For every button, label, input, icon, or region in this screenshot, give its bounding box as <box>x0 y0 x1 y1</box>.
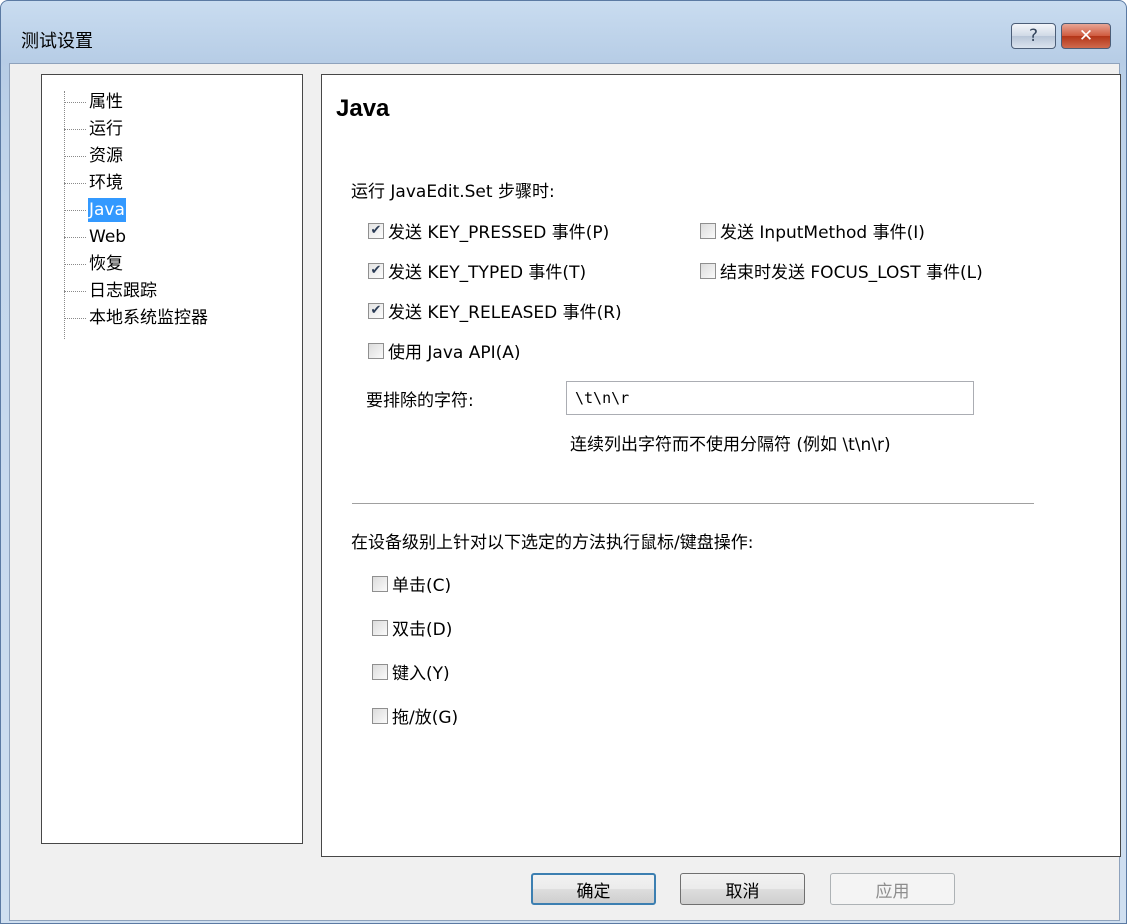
tree-item-label: 资源 <box>89 146 123 166</box>
checkbox-unchecked-icon <box>372 575 388 592</box>
title-bar[interactable]: 测试设置 ? ✕ <box>1 1 1126 63</box>
cancel-button[interactable]: 取消 <box>680 873 805 905</box>
tree-branch-line <box>64 236 86 238</box>
use-java-api-checkbox[interactable]: 使用 Java API(A) <box>368 338 521 363</box>
click-checkbox[interactable]: 单击(C) <box>372 571 451 596</box>
checkbox-label: 结束时发送 FOCUS_LOST 事件(L) <box>720 263 983 283</box>
checkbox-label: 单击(C) <box>392 576 452 596</box>
tree-branch-line <box>64 209 86 211</box>
exclude-chars-hint: 连续列出字符而不使用分隔符 (例如 \t\n\r) <box>570 435 891 455</box>
checkbox-unchecked-icon <box>372 663 388 680</box>
java-settings-panel: Java 运行 JavaEdit.Set 步骤时: ✔ 发送 KEY_PRESS… <box>321 74 1121 857</box>
tree-item-label: Web <box>89 227 127 247</box>
tree-branch-line <box>64 317 86 319</box>
send-inputmethod-checkbox[interactable]: 发送 InputMethod 事件(I) <box>700 218 925 243</box>
tree-branch-line <box>64 155 86 157</box>
tree-item-recovery[interactable]: 恢复 <box>42 251 124 277</box>
tree-item-label: 属性 <box>89 92 123 112</box>
tree-item-resources[interactable]: 资源 <box>42 143 124 169</box>
device-level-heading: 在设备级别上针对以下选定的方法执行鼠标/键盘操作: <box>351 533 754 553</box>
help-icon[interactable]: ? <box>1011 23 1056 49</box>
tree-item-properties[interactable]: 属性 <box>42 89 124 115</box>
checkbox-label: 发送 KEY_RELEASED 事件(R) <box>388 303 622 323</box>
tree-branch-line <box>64 101 86 103</box>
checkbox-label: 使用 Java API(A) <box>388 343 521 363</box>
tree-item-label: 环境 <box>89 173 123 193</box>
tree-item-label: 本地系统监控器 <box>89 308 208 328</box>
exclude-chars-label: 要排除的字符: <box>366 391 474 411</box>
checkbox-unchecked-icon <box>372 619 388 636</box>
tree-branch-line <box>64 290 86 292</box>
checkbox-checked-icon: ✔ <box>368 262 384 279</box>
type-checkbox[interactable]: 键入(Y) <box>372 659 450 684</box>
checkbox-label: 双击(D) <box>392 620 453 640</box>
tree-branch-line <box>64 182 86 184</box>
settings-tree[interactable]: 属性 运行 资源 环境 Java Web 恢复 日志跟踪 本地系统监控器 <box>41 74 303 844</box>
tree-item-label: 运行 <box>89 119 123 139</box>
checkbox-checked-icon: ✔ <box>368 222 384 239</box>
drag-drop-checkbox[interactable]: 拖/放(G) <box>372 703 458 728</box>
tree-item-web[interactable]: Web <box>42 224 127 250</box>
tree-item-label: 恢复 <box>89 254 123 274</box>
panel-title: Java <box>336 95 390 122</box>
checkbox-label: 键入(Y) <box>392 664 450 684</box>
checkbox-label: 拖/放(G) <box>392 708 459 728</box>
send-focus-lost-checkbox[interactable]: 结束时发送 FOCUS_LOST 事件(L) <box>700 258 983 283</box>
send-key-typed-checkbox[interactable]: ✔ 发送 KEY_TYPED 事件(T) <box>368 258 586 283</box>
apply-button[interactable]: 应用 <box>830 873 955 905</box>
tree-branch-line <box>64 128 86 130</box>
checkbox-label: 发送 InputMethod 事件(I) <box>720 223 925 243</box>
checkbox-label: 发送 KEY_TYPED 事件(T) <box>388 263 587 283</box>
tree-item-label: Java <box>88 198 126 222</box>
checkbox-checked-icon: ✔ <box>368 302 384 319</box>
tree-item-run[interactable]: 运行 <box>42 116 124 142</box>
section-divider <box>352 503 1034 505</box>
tree-item-local-system-monitor[interactable]: 本地系统监控器 <box>42 305 209 331</box>
window-title: 测试设置 <box>21 31 93 52</box>
double-click-checkbox[interactable]: 双击(D) <box>372 615 452 640</box>
tree-item-label: 日志跟踪 <box>89 281 157 301</box>
test-settings-dialog: 测试设置 ? ✕ 属性 运行 资源 环境 Java Web 恢复 日志跟踪 本地… <box>0 0 1127 924</box>
tree-item-log-tracking[interactable]: 日志跟踪 <box>42 278 158 304</box>
checkbox-unchecked-icon <box>372 707 388 724</box>
tree-item-environment[interactable]: 环境 <box>42 170 124 196</box>
tree-item-java[interactable]: Java <box>42 197 126 223</box>
exclude-chars-input[interactable]: \t\n\r <box>566 381 974 415</box>
checkbox-unchecked-icon <box>700 262 716 279</box>
javaedit-heading: 运行 JavaEdit.Set 步骤时: <box>351 182 555 202</box>
tree-branch-line <box>64 263 86 265</box>
send-key-pressed-checkbox[interactable]: ✔ 发送 KEY_PRESSED 事件(P) <box>368 218 609 243</box>
close-icon[interactable]: ✕ <box>1061 23 1111 49</box>
dialog-client-area: 属性 运行 资源 环境 Java Web 恢复 日志跟踪 本地系统监控器 Jav… <box>9 63 1121 921</box>
checkbox-unchecked-icon <box>700 222 716 239</box>
checkbox-label: 发送 KEY_PRESSED 事件(P) <box>388 223 610 243</box>
ok-button[interactable]: 确定 <box>531 873 656 905</box>
checkbox-unchecked-icon <box>368 342 384 359</box>
send-key-released-checkbox[interactable]: ✔ 发送 KEY_RELEASED 事件(R) <box>368 298 622 323</box>
